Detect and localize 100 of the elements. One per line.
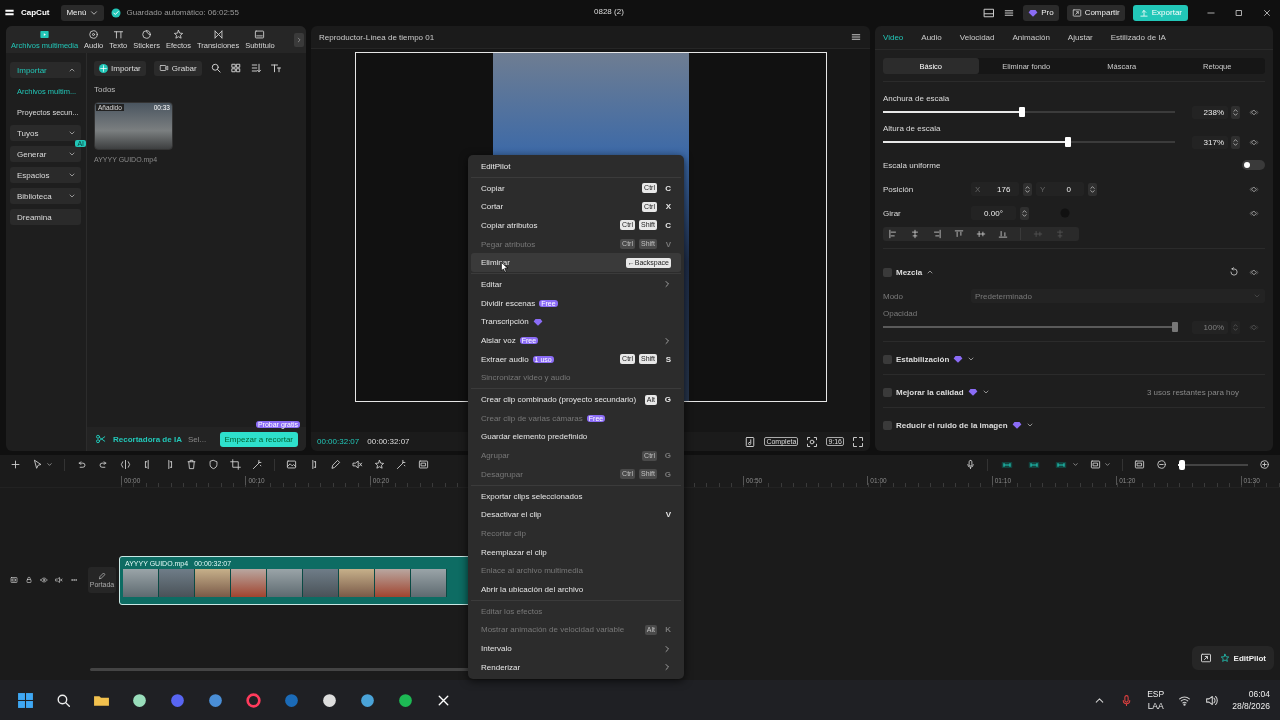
caret-icon[interactable]	[1072, 461, 1079, 468]
inspector-tab[interactable]: Ajustar	[1067, 33, 1093, 42]
menu-item[interactable]: Editar	[471, 275, 681, 294]
align-icon[interactable]	[998, 229, 1008, 239]
crop-icon[interactable]	[230, 459, 241, 470]
phone-icon[interactable]	[744, 435, 757, 448]
magic-icon[interactable]	[396, 459, 407, 470]
preview-icon[interactable]	[1090, 459, 1101, 470]
inspector-tab[interactable]: Velocidad	[959, 33, 995, 42]
menu-item[interactable]: Guardar elemento predefinido	[471, 427, 681, 447]
slider-thumb[interactable]	[1064, 137, 1071, 147]
align-icon[interactable]	[932, 229, 942, 239]
align-icon[interactable]	[888, 229, 898, 239]
sort-icon[interactable]	[249, 62, 262, 74]
search-icon[interactable]	[55, 691, 72, 709]
timeline-fit-icon[interactable]	[1134, 459, 1145, 470]
sparkle-icon[interactable]	[374, 459, 385, 470]
track-cover-icon[interactable]	[10, 576, 18, 584]
collapse-icon[interactable]	[926, 268, 935, 276]
filter-icon[interactable]	[269, 62, 282, 74]
undo-icon[interactable]	[76, 459, 87, 470]
panel-toggle-icon[interactable]	[1199, 652, 1212, 664]
checkbox[interactable]	[883, 387, 892, 397]
caret-icon[interactable]	[967, 355, 976, 363]
slider-thumb[interactable]	[1018, 107, 1025, 117]
caret-icon[interactable]	[981, 388, 990, 396]
inspector-tab[interactable]: Audio	[921, 33, 942, 42]
grid-icon[interactable]	[229, 62, 242, 74]
eye-icon[interactable]	[40, 576, 48, 584]
audio-icon[interactable]	[352, 459, 363, 470]
more-icon[interactable]	[70, 576, 78, 584]
music-app-icon[interactable]	[397, 691, 414, 709]
browser-icon[interactable]	[245, 691, 262, 709]
align-icon[interactable]	[954, 229, 964, 239]
zoom-slider-thumb[interactable]	[1178, 459, 1185, 470]
menu-item[interactable]: Exportar clips seleccionados	[471, 486, 681, 506]
app-icon[interactable]	[131, 691, 148, 709]
value-field[interactable]: 238%	[1192, 105, 1228, 119]
checkbox[interactable]	[883, 420, 892, 430]
align-icon[interactable]	[910, 229, 920, 239]
close-icon[interactable]	[1262, 7, 1272, 18]
menu-item[interactable]: EditPilot	[471, 157, 681, 176]
reset-icon[interactable]	[1229, 267, 1239, 277]
start-icon[interactable]	[17, 691, 34, 709]
caret-icon[interactable]	[1104, 461, 1111, 468]
microphone-icon[interactable]	[965, 459, 976, 470]
sidebar-item[interactable]: Generar	[10, 146, 81, 162]
mute-icon[interactable]	[55, 576, 63, 584]
delete-icon[interactable]	[186, 459, 197, 470]
record-button[interactable]: Grabar	[153, 60, 202, 76]
inspector-tab[interactable]: Estilizado de IA	[1110, 33, 1166, 42]
maximize-icon[interactable]	[1234, 7, 1244, 18]
layout-icon[interactable]	[983, 6, 996, 19]
sidebar-item[interactable]: Tuyos	[10, 125, 81, 141]
align-icon[interactable]	[976, 229, 986, 239]
editpilot-button[interactable]: EditPilot	[1219, 653, 1266, 663]
pencil-icon[interactable]	[330, 459, 341, 470]
focus-icon[interactable]	[806, 435, 819, 448]
stepper-icon[interactable]	[1231, 135, 1240, 149]
wand-icon[interactable]	[252, 459, 263, 470]
toggle-switch[interactable]	[1242, 160, 1265, 170]
x-field[interactable]: X 176	[971, 182, 1019, 196]
chat-app-icon[interactable]	[169, 691, 186, 709]
import-button[interactable]: Importar	[94, 60, 146, 76]
mode-dropdown[interactable]: Predeterminado	[971, 289, 1265, 303]
shield-icon[interactable]	[208, 459, 219, 470]
app-icon[interactable]	[321, 691, 338, 709]
wifi-icon[interactable]	[1178, 693, 1192, 707]
stepper-icon[interactable]	[1020, 206, 1029, 220]
menu-item[interactable]: Intervalo	[471, 639, 681, 658]
zoom-out-icon[interactable]	[1156, 459, 1167, 470]
stepper-icon[interactable]	[1088, 182, 1097, 196]
value-field[interactable]: 317%	[1192, 135, 1228, 149]
checkbox[interactable]	[883, 267, 892, 277]
add-track-icon[interactable]	[10, 459, 21, 470]
menu-icon[interactable]	[850, 31, 862, 43]
search-icon[interactable]	[209, 62, 222, 74]
sidebar-item[interactable]: Espacios	[10, 167, 81, 183]
value-field[interactable]: 100%	[1192, 320, 1228, 334]
scroll-right-icon[interactable]	[294, 32, 304, 47]
volume-icon[interactable]	[1205, 693, 1219, 707]
slider-thumb[interactable]	[1172, 322, 1178, 332]
fullscreen-icon[interactable]	[852, 435, 864, 448]
zoom-in-icon[interactable]	[1259, 459, 1270, 470]
stepper-icon[interactable]	[1231, 105, 1240, 119]
split-icon[interactable]	[120, 459, 131, 470]
menu-item[interactable]: Renderizar	[471, 657, 681, 677]
stepper-icon[interactable]	[1023, 182, 1032, 196]
sidebar-item[interactable]: Dreamina	[10, 209, 81, 225]
caret-icon[interactable]	[1025, 421, 1034, 429]
app-icon[interactable]	[359, 691, 376, 709]
menu-button[interactable]: Menú	[61, 4, 105, 21]
sidebar-item[interactable]: Importar	[10, 62, 81, 78]
menu-item[interactable]: Desactivar el clip V	[471, 505, 681, 525]
menu-item[interactable]: Transcripción	[471, 312, 681, 332]
caret-icon[interactable]	[46, 461, 53, 468]
pro-button[interactable]: Pro	[1023, 4, 1059, 21]
start-trim-button[interactable]: Empezar a recortar	[219, 431, 298, 447]
select-tool-icon[interactable]	[32, 459, 43, 470]
inspector-tab[interactable]: Video	[883, 33, 904, 42]
